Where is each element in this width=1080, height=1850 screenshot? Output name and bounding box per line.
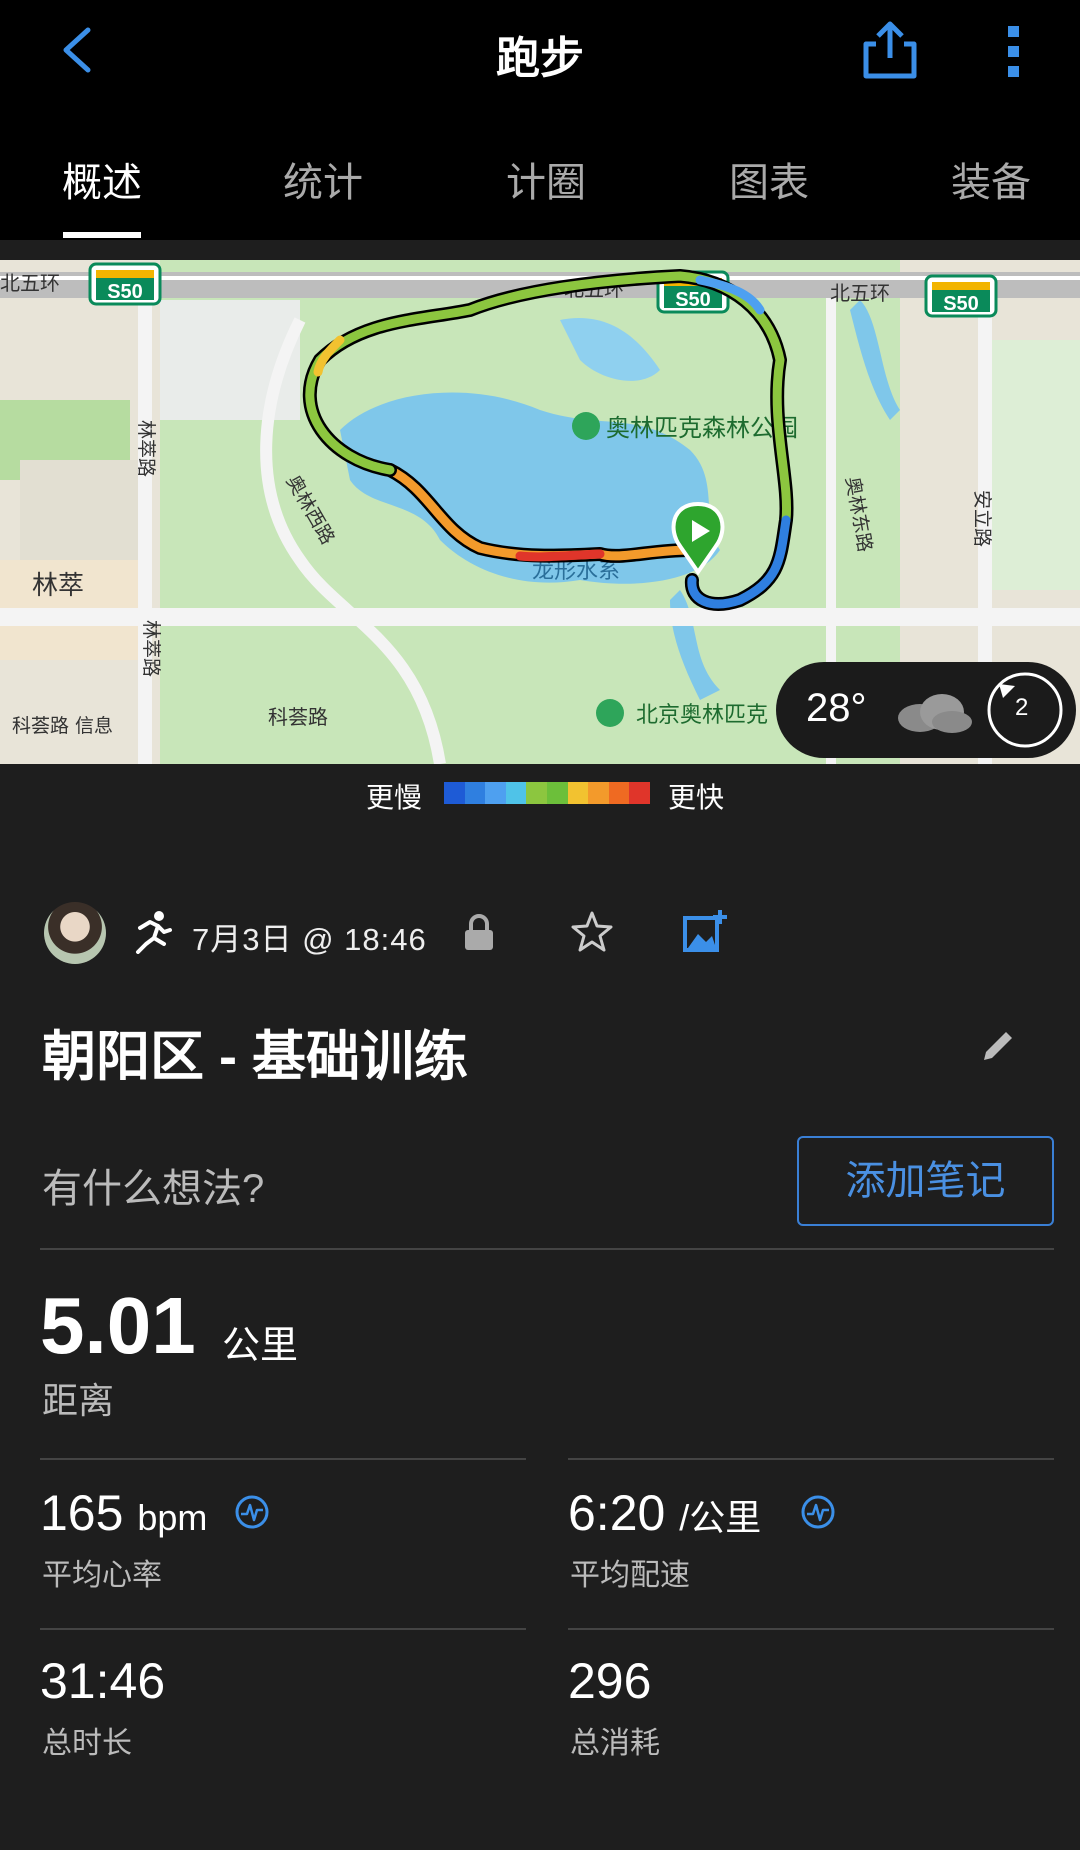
duration-value: 31:46	[40, 1653, 166, 1709]
distance-label: 距离	[42, 1380, 115, 1421]
add-note-button[interactable]: 添加笔记	[797, 1136, 1054, 1226]
active-tab-indicator	[63, 232, 141, 238]
svg-text:S50: S50	[107, 281, 143, 303]
activity-title: 朝阳区 - 基础训练	[42, 1027, 468, 1087]
pace-value: 6:20	[568, 1485, 666, 1541]
tab-laps[interactable]: 计圈	[471, 150, 621, 208]
pace-stat: 6:20 /公里	[568, 1484, 761, 1542]
pace-unit: /公里	[679, 1497, 762, 1538]
divider	[568, 1458, 1054, 1460]
divider	[568, 1628, 1054, 1630]
pace-label: 平均配速	[570, 1559, 690, 1592]
highway-shield: S50	[924, 274, 998, 318]
distance-value: 5.01	[40, 1281, 196, 1370]
cloud-icon	[898, 694, 972, 733]
map-label: 林萃	[32, 571, 84, 601]
map-label: 龙形水系	[532, 559, 620, 584]
map-label: 科荟路 信息	[12, 715, 113, 737]
map-label: 奥林匹克森林公园	[606, 414, 798, 442]
map-label: 安立路	[971, 490, 993, 547]
pulse-icon[interactable]	[234, 1494, 270, 1530]
tab-stats[interactable]: 统计	[248, 150, 398, 208]
heart-rate-label: 平均心率	[42, 1559, 162, 1592]
distance-unit: 公里	[222, 1325, 299, 1367]
thoughts-input[interactable]: 有什么想法?	[42, 1156, 264, 1214]
tab-gear[interactable]: 装备	[916, 150, 1066, 208]
add-photo-icon[interactable]	[682, 908, 728, 954]
duration-label: 总时长	[42, 1727, 132, 1760]
top-bar: 跑步 概述 统计 计圈 图表 装备	[0, 0, 1080, 240]
tab-overview[interactable]: 概述	[27, 150, 177, 208]
map-label: 科荟路	[268, 705, 328, 729]
running-icon	[136, 911, 172, 954]
calories-value: 296	[568, 1653, 652, 1709]
more-vertical-icon[interactable]	[996, 22, 1032, 80]
heart-rate-unit: bpm	[137, 1497, 208, 1538]
map-label: 北京奥林匹克	[636, 703, 768, 728]
pace-color-legend	[444, 782, 650, 804]
tab-bar: 概述 统计 计圈 图表 装备	[0, 140, 1080, 240]
highway-shield: S50	[88, 262, 162, 306]
star-icon[interactable]	[570, 910, 614, 954]
map-label: 林萃路	[135, 420, 157, 477]
avatar[interactable]	[44, 902, 106, 964]
lock-icon[interactable]	[462, 912, 496, 952]
wind-level: 2	[1015, 694, 1029, 721]
map-label: 北五环	[0, 271, 60, 295]
edit-pencil-icon[interactable]	[978, 1024, 1018, 1064]
svg-text:S50: S50	[675, 289, 711, 311]
weather-temperature: 28°	[806, 686, 867, 730]
legend-faster-label: 更快	[668, 782, 725, 813]
pulse-icon[interactable]	[800, 1494, 836, 1530]
map-label: 北五环	[830, 281, 890, 305]
divider	[40, 1248, 1054, 1250]
map-label: 林萃路	[140, 620, 162, 677]
svg-text:S50: S50	[943, 293, 979, 315]
calories-label: 总消耗	[570, 1727, 660, 1760]
heart-rate-stat: 165 bpm	[40, 1484, 207, 1542]
activity-date: 7月3日 @ 18:46	[192, 922, 427, 957]
divider	[40, 1628, 526, 1630]
tab-charts[interactable]: 图表	[694, 150, 844, 208]
divider	[40, 1458, 526, 1460]
heart-rate-value: 165	[40, 1485, 124, 1541]
legend-slower-label: 更慢	[366, 782, 423, 813]
share-icon[interactable]	[860, 18, 920, 82]
